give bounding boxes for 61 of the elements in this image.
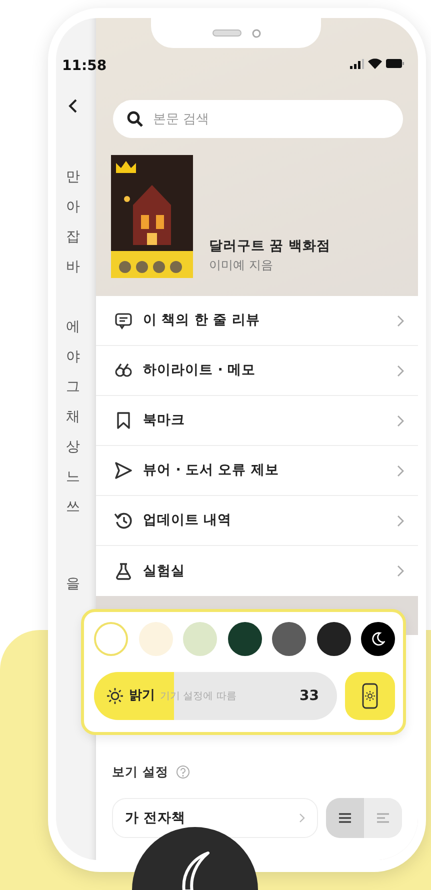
color-swatch[interactable] [272, 622, 306, 656]
help-icon [176, 765, 190, 780]
book-title: 달러구트 꿈 백화점 [209, 236, 330, 256]
chevron-right-icon [397, 414, 404, 426]
quote-icon [114, 361, 133, 380]
menu-item[interactable]: 뷰어 · 도서 오류 제보 [96, 446, 418, 496]
send-icon [114, 461, 133, 480]
brightness-value: 33 [300, 686, 319, 706]
menu-item[interactable]: 실험실 [96, 546, 418, 596]
color-swatch[interactable] [138, 622, 172, 656]
signal-icon [350, 58, 364, 68]
text-line: 만 [66, 168, 80, 187]
chevron-right-icon [299, 812, 305, 823]
text-line: 채 [66, 408, 80, 427]
text-line: 쓰 [66, 498, 80, 517]
back-icon [68, 98, 78, 114]
justify-icon [338, 812, 352, 823]
section-title: 보기 설정 [112, 763, 168, 781]
bookmark-icon [114, 411, 133, 430]
menu-item[interactable]: 이 책의 한 줄 리뷰 [96, 296, 418, 346]
font-button[interactable]: 가 전자책 [112, 798, 318, 838]
chevron-right-icon [397, 565, 404, 577]
color-swatch[interactable] [316, 622, 350, 656]
text-line: 바 [66, 258, 80, 277]
text-line: 야 [66, 348, 80, 367]
moon-icon [371, 632, 385, 646]
history-icon [114, 511, 133, 530]
chevron-right-icon [397, 464, 404, 476]
speech-bubble-icon [114, 311, 133, 330]
text-line: 아 [66, 198, 80, 217]
search-icon [127, 111, 143, 127]
align-left-icon [376, 812, 390, 823]
status-time: 11:58 [62, 57, 107, 76]
camera-icon [252, 28, 260, 38]
justify-toggle[interactable] [326, 798, 364, 838]
text-line: 그 [66, 378, 80, 397]
wifi-icon [368, 58, 382, 69]
chevron-right-icon [397, 314, 404, 326]
search-field[interactable]: 본문 검색 [113, 100, 403, 138]
brightness-label: 밝기 [129, 687, 155, 706]
text-line: 에 [66, 318, 80, 337]
battery-icon [386, 59, 404, 68]
text-line: 을 [66, 575, 80, 594]
night-mode-swatch[interactable] [361, 622, 395, 656]
text-line: 상 [66, 438, 80, 457]
chevron-right-icon [397, 514, 404, 526]
color-swatch[interactable] [183, 622, 217, 656]
auto-brightness-button[interactable] [345, 672, 395, 720]
chevron-right-icon [397, 364, 404, 376]
book-author: 이미예 지음 [209, 257, 274, 274]
phone-sun-icon [362, 683, 378, 709]
menu-item[interactable]: 하이라이트 · 메모 [96, 346, 418, 396]
sun-icon [106, 687, 124, 705]
text-line: 느 [66, 468, 80, 487]
color-swatch[interactable] [94, 622, 128, 656]
speaker-icon [212, 29, 242, 37]
flask-icon [114, 562, 133, 580]
menu-item[interactable]: 업데이트 내역 [96, 496, 418, 546]
menu-item[interactable]: 북마크 [96, 396, 418, 446]
color-swatch[interactable] [228, 622, 262, 656]
text-line: 잡 [66, 228, 80, 247]
